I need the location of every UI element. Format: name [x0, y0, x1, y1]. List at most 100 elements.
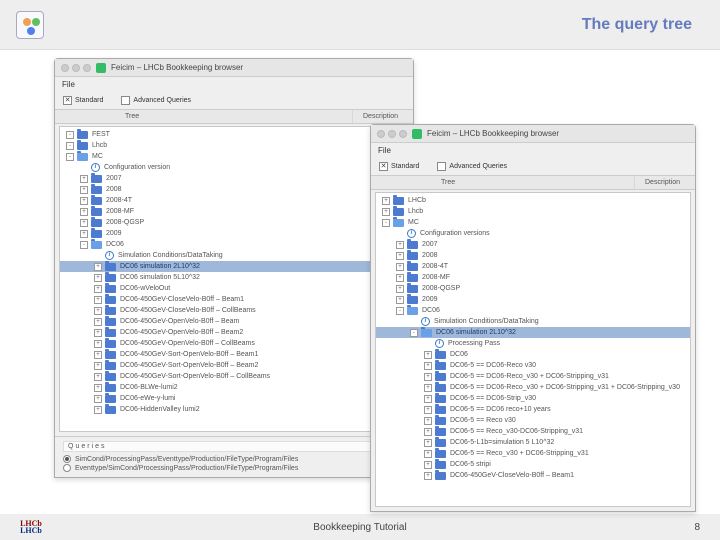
tree-row[interactable]: -MC — [376, 217, 690, 228]
column-headers[interactable]: Tree Description — [371, 175, 695, 190]
expander-icon[interactable]: + — [424, 351, 432, 359]
menu-file[interactable]: File — [62, 80, 75, 89]
expander-icon[interactable]: + — [382, 197, 390, 205]
expander-icon[interactable]: + — [424, 384, 432, 392]
tree-row[interactable]: +DC06-5 == DC06-Reco v30 — [376, 360, 690, 371]
window-controls[interactable] — [377, 130, 407, 138]
radio-icon[interactable] — [63, 455, 71, 463]
expander-icon[interactable]: + — [424, 373, 432, 381]
expander-icon[interactable]: + — [396, 263, 404, 271]
tree-row[interactable]: +DC06-450GeV-CloseVelo-B0ff – CollBeams — [60, 305, 408, 316]
expander-icon[interactable]: + — [396, 274, 404, 282]
standard-checkbox[interactable]: ✕ Standard — [379, 162, 419, 171]
tree-row[interactable]: +DC06-5 == DC06-Reco_v30 + DC06-Strippin… — [376, 371, 690, 382]
expander-icon[interactable]: + — [424, 395, 432, 403]
tree-row[interactable]: -Lhcb — [60, 140, 408, 151]
tree-info-row[interactable]: iSimulation Conditions/DataTaking — [60, 250, 408, 261]
expander-icon[interactable]: - — [66, 131, 74, 139]
expander-icon[interactable]: + — [94, 285, 102, 293]
tree-row[interactable]: +DC06-wVeloOut — [60, 283, 408, 294]
expander-icon[interactable]: + — [94, 340, 102, 348]
expander-icon[interactable]: + — [94, 395, 102, 403]
minimize-icon[interactable] — [72, 64, 80, 72]
tree-row[interactable]: +Lhcb — [376, 206, 690, 217]
expander-icon[interactable]: + — [396, 296, 404, 304]
tree-row[interactable]: +2008-QGSP — [60, 217, 408, 228]
expander-icon[interactable]: + — [94, 406, 102, 414]
expander-icon[interactable]: + — [80, 208, 88, 216]
expander-icon[interactable]: + — [424, 362, 432, 370]
col-tree[interactable]: Tree — [371, 176, 635, 189]
tree-row[interactable]: +2008-QGSP — [376, 283, 690, 294]
expander-icon[interactable]: - — [66, 142, 74, 150]
expander-icon[interactable]: + — [94, 384, 102, 392]
tree-row[interactable]: +2009 — [60, 228, 408, 239]
tree-row[interactable]: +DC06-450GeV-CloseVelo-B0ff – Beam1 — [60, 294, 408, 305]
expander-icon[interactable]: + — [80, 230, 88, 238]
tree-info-row[interactable]: iSimulation Conditions/DataTaking — [376, 316, 690, 327]
tree-info-row[interactable]: iProcessing Pass — [376, 338, 690, 349]
expander-icon[interactable]: + — [80, 186, 88, 194]
tree-row[interactable]: +DC06-5 == DC06-Strip_v30 — [376, 393, 690, 404]
minimize-icon[interactable] — [388, 130, 396, 138]
expander-icon[interactable]: + — [424, 461, 432, 469]
expander-icon[interactable]: + — [396, 285, 404, 293]
col-tree[interactable]: Tree — [55, 110, 353, 123]
expander-icon[interactable]: + — [94, 318, 102, 326]
tree-row[interactable]: +DC06-BLWe-lumi2 — [60, 382, 408, 393]
tree-row[interactable]: +DC06-5 == Reco_v30 + DC06-Stripping_v31 — [376, 448, 690, 459]
menu-file[interactable]: File — [378, 146, 391, 155]
tree-row[interactable]: +DC06-450GeV-OpenVelo-B0ff – Beam — [60, 316, 408, 327]
expander-icon[interactable]: - — [66, 153, 74, 161]
tree-row[interactable]: +DC06-5 == DC06-Reco_v30 + DC06-Strippin… — [376, 382, 690, 393]
expander-icon[interactable]: + — [424, 450, 432, 458]
titlebar[interactable]: Feicim – LHCb Bookkeeping browser — [371, 125, 695, 143]
tree-row[interactable]: +2008-4T — [376, 261, 690, 272]
close-icon[interactable] — [377, 130, 385, 138]
tree-row[interactable]: +DC06 — [376, 349, 690, 360]
tree-row[interactable]: +DC06-5 == Reco v30 — [376, 415, 690, 426]
tree-row[interactable]: +DC06 simulation 2L10^32 — [60, 261, 408, 272]
tree-row[interactable]: -FEST — [60, 129, 408, 140]
tree-row[interactable]: +DC06 simulation 5L10^32 — [60, 272, 408, 283]
expander-icon[interactable]: + — [424, 439, 432, 447]
expander-icon[interactable]: + — [94, 329, 102, 337]
query-option-2[interactable]: Eventtype/SimCond/ProcessingPass/Product… — [63, 464, 405, 472]
tree-row[interactable]: +DC06-5 == DC06 reco+10 years — [376, 404, 690, 415]
tree-row[interactable]: +DC06-450GeV-Sort-OpenVelo-B0ff – Beam2 — [60, 360, 408, 371]
expander-icon[interactable]: + — [424, 406, 432, 414]
expander-icon[interactable]: + — [94, 274, 102, 282]
expander-icon[interactable]: + — [396, 252, 404, 260]
col-desc[interactable]: Description — [635, 176, 695, 189]
standard-checkbox[interactable]: ✕ Standard — [63, 96, 103, 105]
tree-info-row[interactable]: iConfiguration versions — [376, 228, 690, 239]
expander-icon[interactable]: + — [94, 307, 102, 315]
maximize-icon[interactable] — [399, 130, 407, 138]
expander-icon[interactable]: - — [410, 329, 418, 337]
tree-row[interactable]: -MC — [60, 151, 408, 162]
radio-icon[interactable] — [63, 464, 71, 472]
expander-icon[interactable]: + — [424, 428, 432, 436]
maximize-icon[interactable] — [83, 64, 91, 72]
expander-icon[interactable]: + — [80, 219, 88, 227]
tree-row[interactable]: +DC06-450GeV-Sort-OpenVelo-B0ff – CollBe… — [60, 371, 408, 382]
expander-icon[interactable]: + — [94, 351, 102, 359]
expander-icon[interactable]: + — [80, 175, 88, 183]
expander-icon[interactable]: - — [80, 241, 88, 249]
expander-icon[interactable]: + — [424, 417, 432, 425]
tree-row[interactable]: +2007 — [376, 239, 690, 250]
tree-row[interactable]: +2008-4T — [60, 195, 408, 206]
window-controls[interactable] — [61, 64, 91, 72]
tree-row[interactable]: +DC06-5-L1b=simulation 5 L10^32 — [376, 437, 690, 448]
tree-pane-back[interactable]: -FEST-Lhcb-MCiConfiguration version+2007… — [59, 126, 409, 432]
tree-row[interactable]: -DC06 — [60, 239, 408, 250]
tree-row[interactable]: -DC06 — [376, 305, 690, 316]
expander-icon[interactable]: + — [94, 296, 102, 304]
expander-icon[interactable]: - — [382, 219, 390, 227]
query-option-1[interactable]: SimCond/ProcessingPass/Eventtype/Product… — [63, 455, 405, 463]
tree-row[interactable]: -DC06 simulation 2L10^32 — [376, 327, 690, 338]
tree-row[interactable]: +2007 — [60, 173, 408, 184]
tree-row[interactable]: +2008-MF — [60, 206, 408, 217]
tree-row[interactable]: +2009 — [376, 294, 690, 305]
expander-icon[interactable]: + — [424, 472, 432, 480]
